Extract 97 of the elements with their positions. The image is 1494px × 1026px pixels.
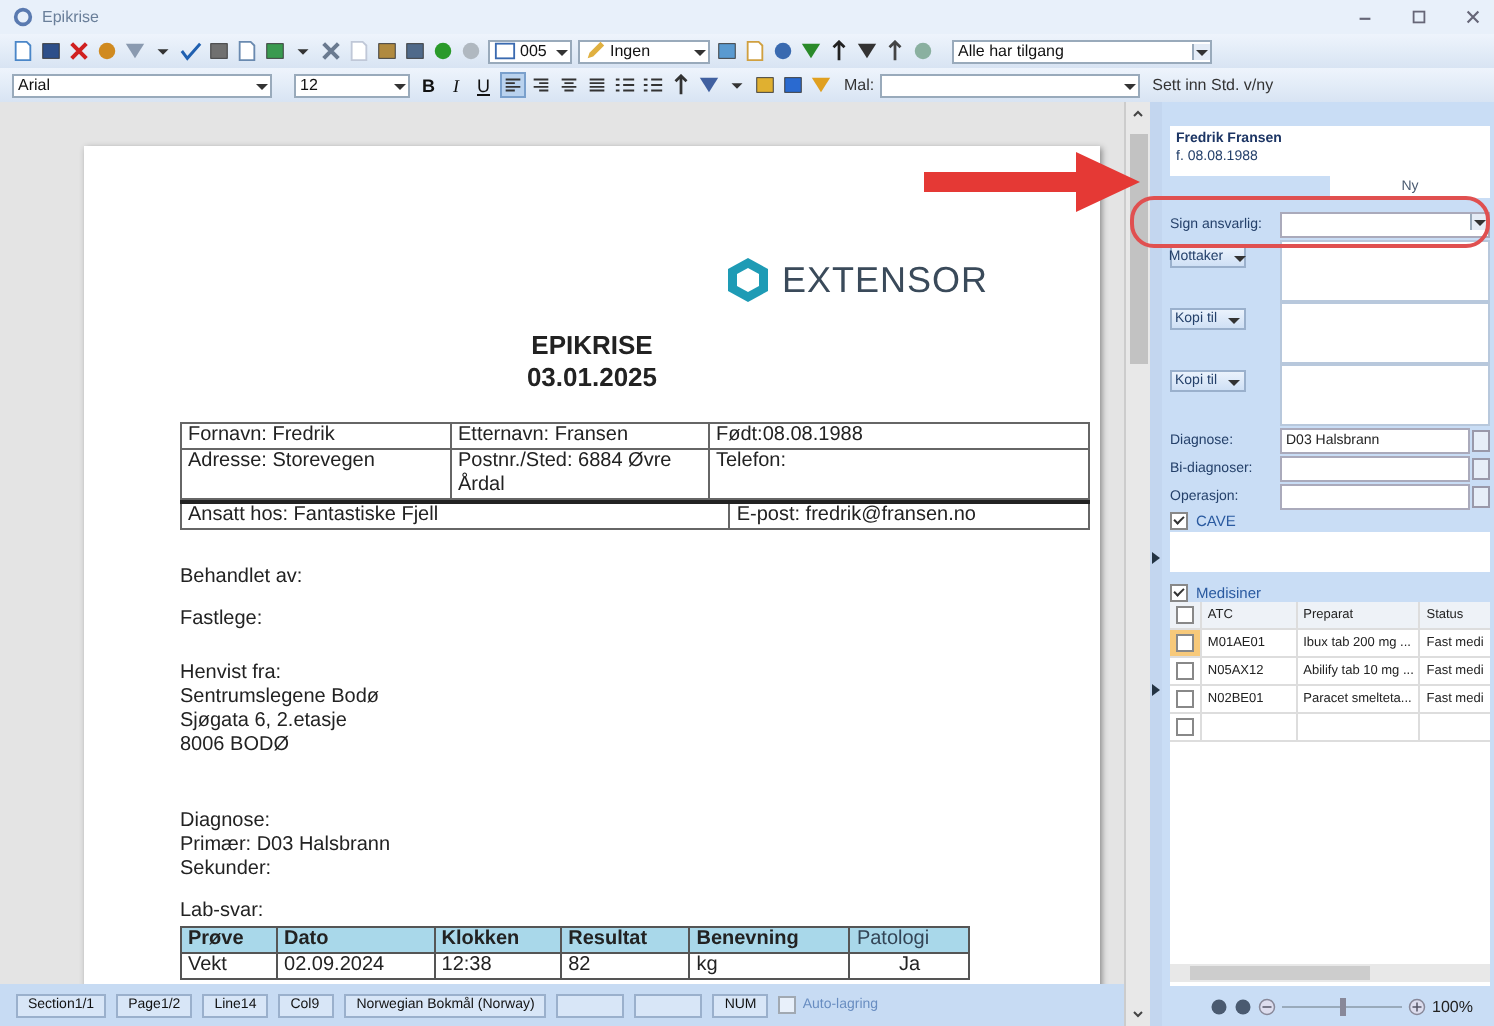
browse-button[interactable] bbox=[1472, 429, 1490, 451]
browse-button[interactable] bbox=[1472, 485, 1490, 507]
table-cell: Vekt bbox=[181, 953, 278, 979]
scroll-thumb[interactable] bbox=[1190, 966, 1370, 980]
document-text: Sekunder: bbox=[180, 858, 274, 882]
zoom-reading: 100% bbox=[1432, 997, 1473, 1015]
format-button[interactable]: U bbox=[471, 75, 496, 95]
scroll-down-icon[interactable] bbox=[1130, 1006, 1147, 1022]
horizontal-scrollbar[interactable] bbox=[1170, 964, 1490, 982]
checkbox[interactable] bbox=[1170, 583, 1188, 601]
document-title: EPIKRISE bbox=[529, 330, 655, 362]
template-label: Mal: bbox=[844, 76, 875, 94]
recipient-field[interactable] bbox=[1280, 302, 1490, 364]
cave-field[interactable] bbox=[1170, 532, 1490, 572]
checkbox[interactable] bbox=[1176, 718, 1194, 736]
font-combo[interactable]: Arial bbox=[12, 73, 272, 97]
table-cell: Ansatt hos: Fantastiske Fjell bbox=[181, 502, 730, 529]
checkbox[interactable] bbox=[1176, 690, 1194, 708]
status-combo[interactable]: Ingen bbox=[578, 39, 710, 63]
calendar-icon bbox=[494, 40, 516, 62]
row-selector[interactable] bbox=[1170, 714, 1202, 740]
align-icon[interactable] bbox=[502, 74, 524, 96]
document-text: Sjøgata 6, 2.etasje bbox=[180, 710, 349, 734]
maximize-icon[interactable] bbox=[1410, 8, 1428, 26]
table-cell: 82 bbox=[561, 953, 690, 979]
document-text: Primær: D03 Halsbrann bbox=[180, 834, 393, 858]
checkbox[interactable] bbox=[1176, 662, 1194, 680]
document-text: Behandlet av: bbox=[180, 566, 305, 590]
bullet-list-icon[interactable] bbox=[642, 74, 664, 96]
table-cell: Telefon: bbox=[709, 449, 1089, 499]
input-field[interactable] bbox=[1280, 483, 1470, 509]
preview-icon[interactable] bbox=[236, 40, 258, 62]
align-icon[interactable] bbox=[530, 74, 552, 96]
up-arrow-icon[interactable] bbox=[828, 40, 850, 62]
column-header: Resultat bbox=[561, 927, 690, 953]
table-cell: Etternavn: Fransen bbox=[451, 423, 709, 449]
app-icon bbox=[12, 6, 34, 28]
align-icon[interactable] bbox=[558, 74, 580, 96]
column-header: Dato bbox=[277, 927, 435, 953]
column-header: Prøve bbox=[181, 927, 278, 953]
scroll-thumb[interactable] bbox=[1129, 134, 1148, 364]
status-panel bbox=[634, 993, 703, 1017]
zoom-out-icon[interactable] bbox=[1258, 997, 1276, 1015]
browse-button[interactable] bbox=[1472, 457, 1490, 479]
recipient-field[interactable] bbox=[1280, 364, 1490, 426]
access-combo[interactable]: Alle har tilgang bbox=[952, 39, 1212, 63]
table-cell: Fornavn: Fredrik bbox=[181, 423, 451, 449]
delete-icon[interactable] bbox=[68, 40, 90, 62]
recipient-field[interactable] bbox=[1280, 240, 1490, 302]
document-text: Fastlege: bbox=[180, 608, 265, 632]
cut-icon[interactable] bbox=[320, 40, 342, 62]
input-field[interactable] bbox=[1280, 455, 1470, 481]
scrollbar[interactable] bbox=[1124, 102, 1151, 1026]
spellcheck-icon[interactable] bbox=[180, 40, 202, 62]
size-combo[interactable]: 12 bbox=[294, 73, 410, 97]
document-text: Lab-svar: bbox=[180, 900, 266, 924]
save-icon[interactable] bbox=[40, 40, 62, 62]
row-selector[interactable] bbox=[1170, 686, 1202, 712]
insert-link[interactable]: Sett inn Std. v/ny bbox=[1152, 76, 1274, 94]
table-cell: 02.09.2024 bbox=[277, 953, 435, 979]
pencil-icon bbox=[584, 40, 606, 62]
column-header: Patologi bbox=[849, 927, 969, 953]
document-icon[interactable] bbox=[12, 40, 34, 62]
row-selector[interactable] bbox=[1170, 630, 1202, 656]
table-cell: kg bbox=[689, 953, 850, 979]
close-icon[interactable] bbox=[1464, 8, 1482, 26]
format-button[interactable]: I bbox=[447, 75, 465, 95]
table-cell: 12:38 bbox=[434, 953, 562, 979]
logo-text: EXTENSOR bbox=[782, 259, 989, 301]
numbered-list-icon[interactable] bbox=[614, 74, 636, 96]
column-header: Benevning bbox=[689, 927, 850, 953]
align-icon[interactable] bbox=[586, 74, 608, 96]
checkbox[interactable] bbox=[1176, 634, 1194, 652]
checkbox[interactable] bbox=[1170, 511, 1188, 529]
table-cell: Født:08.08.1988 bbox=[709, 423, 1089, 449]
document-text: Diagnose: bbox=[180, 810, 273, 834]
checkbox[interactable] bbox=[1176, 606, 1194, 624]
column-header: Klokken bbox=[434, 927, 562, 953]
document-date: 03.01.2025 bbox=[524, 362, 660, 394]
status-panel bbox=[556, 993, 625, 1017]
window-title: Epikrise bbox=[42, 8, 99, 26]
row-selector[interactable] bbox=[1170, 658, 1202, 684]
template-combo[interactable]: 005 bbox=[488, 39, 572, 63]
zoom-in-icon[interactable] bbox=[1408, 997, 1426, 1015]
table-cell: Adresse: Storevegen bbox=[181, 449, 451, 499]
sign-combo[interactable] bbox=[1280, 211, 1490, 237]
format-button[interactable]: B bbox=[416, 75, 441, 95]
scroll-up-icon[interactable] bbox=[1130, 106, 1147, 122]
table-cell: E-post: fredrik@fransen.no bbox=[729, 502, 1089, 529]
document-text: Sentrumslegene Bodø bbox=[180, 686, 382, 710]
document-text: 8006 BODØ bbox=[180, 734, 291, 758]
document-text: Henvist fra: bbox=[180, 662, 284, 686]
table-cell: Ja bbox=[849, 953, 969, 979]
logo-icon bbox=[724, 256, 772, 304]
template-field[interactable] bbox=[880, 73, 1141, 97]
table-cell: Postnr./Sted: 6884 Øvre Årdal bbox=[451, 449, 709, 499]
caret-icon bbox=[1192, 43, 1210, 59]
